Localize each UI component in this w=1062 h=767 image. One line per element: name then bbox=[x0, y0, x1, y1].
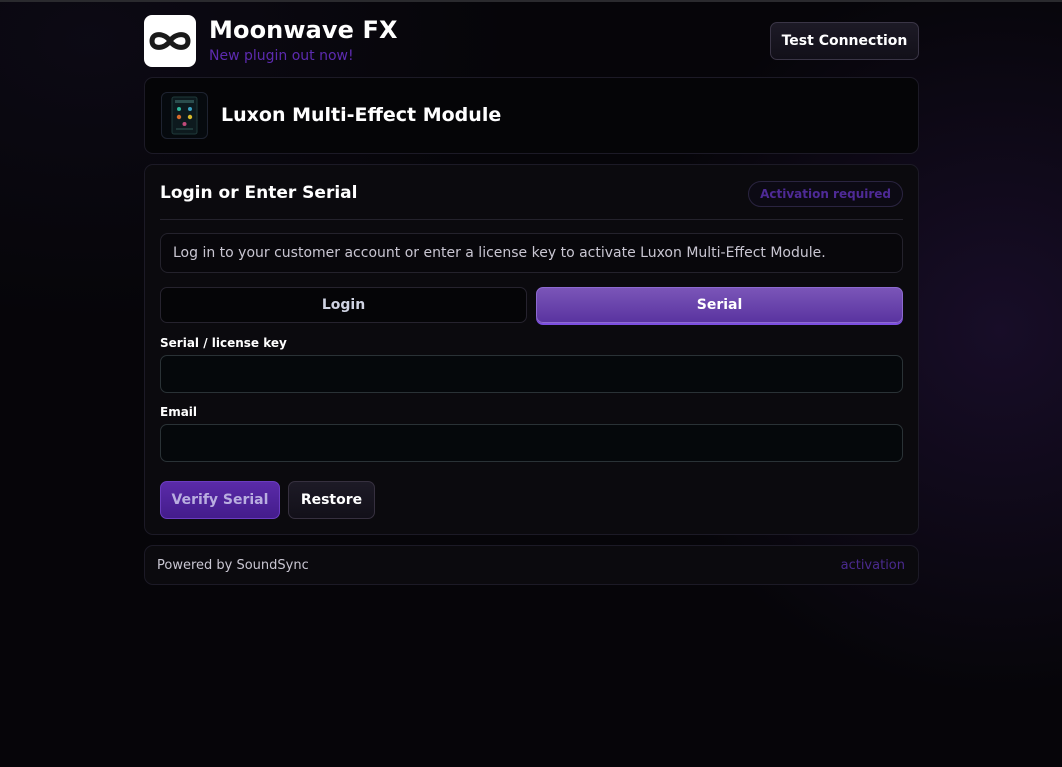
plugin-thumbnail-icon bbox=[161, 92, 208, 139]
status-badge: Activation required bbox=[748, 181, 903, 207]
info-message-text: Log in to your customer account or enter… bbox=[173, 245, 826, 261]
product-name: Luxon Multi-Effect Module bbox=[221, 104, 502, 126]
brand-name: Moonwave FX bbox=[209, 16, 398, 44]
tab-serial[interactable]: Serial bbox=[536, 287, 903, 323]
tab-login[interactable]: Login bbox=[160, 287, 527, 323]
footer: Powered by SoundSync activation bbox=[144, 545, 919, 585]
divider bbox=[160, 219, 903, 220]
brand-subtitle-link[interactable]: New plugin out now! bbox=[209, 48, 354, 64]
window-top-border bbox=[0, 0, 1062, 2]
card-title: Login or Enter Serial bbox=[160, 183, 358, 203]
activation-card: Login or Enter Serial Activation require… bbox=[144, 164, 919, 535]
email-field[interactable] bbox=[160, 424, 903, 462]
header: Moonwave FX New plugin out now! Test Con… bbox=[144, 14, 919, 68]
product-card: Luxon Multi-Effect Module bbox=[144, 77, 919, 154]
infinity-icon bbox=[144, 15, 196, 67]
test-connection-button[interactable]: Test Connection bbox=[770, 22, 919, 60]
restore-button[interactable]: Restore bbox=[288, 481, 375, 519]
serial-field-label: Serial / license key bbox=[160, 336, 287, 350]
verify-serial-button[interactable]: Verify Serial bbox=[160, 481, 280, 519]
activation-link[interactable]: activation bbox=[841, 558, 905, 573]
powered-by-text: Powered by SoundSync bbox=[157, 558, 309, 573]
serial-input[interactable] bbox=[160, 355, 903, 393]
email-field-label: Email bbox=[160, 405, 198, 419]
info-message: Log in to your customer account or enter… bbox=[160, 233, 903, 273]
activation-panel: Moonwave FX New plugin out now! Test Con… bbox=[144, 14, 919, 585]
